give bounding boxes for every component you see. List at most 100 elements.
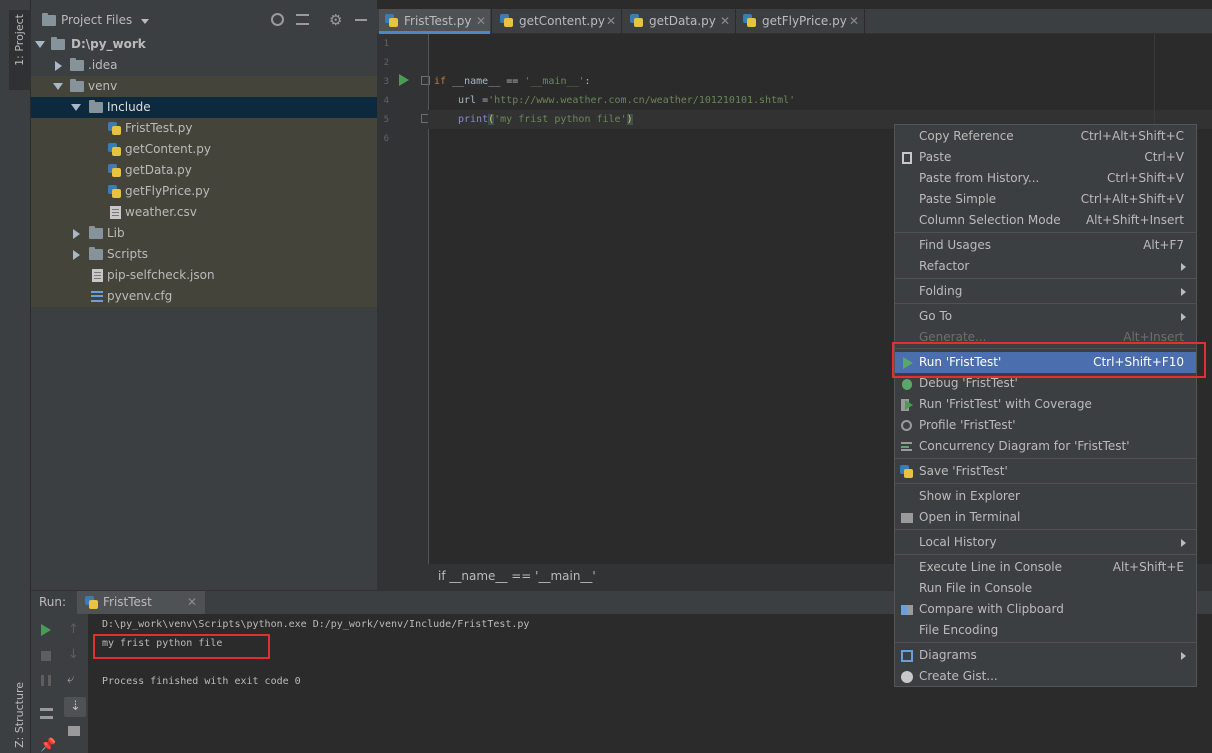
menu-item-file-encoding[interactable]: File Encoding (895, 620, 1196, 641)
console-line: Process finished with exit code 0 (102, 676, 301, 687)
python-file-icon (743, 14, 756, 27)
tree-item-venv[interactable]: venv (31, 76, 377, 97)
line-number: 3 (383, 77, 389, 87)
python-file-icon (385, 14, 398, 27)
expand-arrow-icon[interactable] (35, 41, 45, 48)
run-tab-label: FristTest (103, 595, 152, 609)
tree-item-pyvenv-cfg[interactable]: pyvenv.cfg (31, 286, 377, 307)
console-line: D:\py_work\venv\Scripts\python.exe D:/py… (102, 619, 530, 630)
soft-wrap-icon[interactable]: ⤶ (67, 672, 74, 687)
scroll-to-end-icon[interactable]: ⇣ (64, 697, 86, 717)
rerun-icon[interactable] (41, 624, 51, 636)
python-file-icon (630, 14, 643, 27)
menu-item-paste-simple[interactable]: Paste Simple Ctrl+Alt+Shift+V (895, 189, 1196, 210)
menu-item-run-with-coverage[interactable]: Run 'FristTest' with Coverage (895, 394, 1196, 415)
tree-item-lib[interactable]: Lib (31, 223, 377, 244)
print-icon[interactable] (68, 726, 80, 736)
menu-item-open-in-terminal[interactable]: Open in Terminal (895, 507, 1196, 528)
tab-fristtest[interactable]: FristTest.py ✕ (379, 9, 490, 34)
menu-item-paste-from-history[interactable]: Paste from History... Ctrl+Shift+V (895, 168, 1196, 189)
minimize-icon[interactable] (355, 19, 367, 21)
tree-item-idea[interactable]: .idea (31, 55, 377, 76)
concurrency-icon (900, 440, 914, 454)
editor-tabs: FristTest.py ✕ getContent.py ✕ getData.p… (377, 9, 1212, 34)
menu-item-diagrams[interactable]: Diagrams (895, 645, 1196, 666)
coverage-icon (900, 398, 914, 412)
menu-item-column-selection-mode[interactable]: Column Selection Mode Alt+Shift+Insert (895, 210, 1196, 231)
tree-item-label: getContent.py (125, 142, 211, 156)
expand-arrow-icon[interactable] (73, 229, 80, 239)
tab-label: getFlyPrice.py (762, 14, 847, 28)
debug-icon (900, 377, 914, 391)
tree-item-getdata[interactable]: getData.py (31, 160, 377, 181)
menu-item-run-file-in-console[interactable]: Run File in Console (895, 578, 1196, 599)
run-gutter-icon[interactable] (399, 74, 409, 86)
structure-tool-button[interactable]: Z: Structure (9, 672, 31, 750)
menu-separator (895, 232, 1196, 233)
pause-icon[interactable] (41, 675, 51, 686)
tree-item-getcontent[interactable]: getContent.py (31, 139, 377, 160)
menu-separator (895, 303, 1196, 304)
menu-item-local-history[interactable]: Local History (895, 532, 1196, 553)
breadcrumb[interactable]: if __name__ == '__main__' (438, 569, 596, 583)
arrow-up-icon[interactable]: ↑ (68, 622, 79, 637)
menu-separator (895, 483, 1196, 484)
tree-item-pip-selfcheck[interactable]: pip-selfcheck.json (31, 265, 377, 286)
expand-arrow-icon[interactable] (73, 250, 80, 260)
menu-item-paste[interactable]: Paste Ctrl+V (895, 147, 1196, 168)
tab-getdata[interactable]: getData.py ✕ (624, 9, 734, 34)
tree-item-getflyprice[interactable]: getFlyPrice.py (31, 181, 377, 202)
gear-icon[interactable]: ⚙ (329, 11, 342, 29)
tree-item-scripts[interactable]: Scripts (31, 244, 377, 265)
tree-item-weather-csv[interactable]: weather.csv (31, 202, 377, 223)
menu-item-create-gist[interactable]: Create Gist... (895, 666, 1196, 687)
expand-arrow-icon[interactable] (71, 104, 81, 111)
stop-icon[interactable] (41, 651, 51, 661)
close-icon[interactable]: ✕ (606, 9, 616, 33)
menu-item-compare-with-clipboard[interactable]: Compare with Clipboard (895, 599, 1196, 620)
project-tool-button[interactable]: 1: Project (9, 10, 31, 90)
python-file-icon (85, 596, 98, 609)
tree-item-root[interactable]: D:\py_work (31, 34, 377, 55)
tab-getflyprice[interactable]: getFlyPrice.py ✕ (737, 9, 863, 34)
menu-item-copy-reference[interactable]: Copy Reference Ctrl+Alt+Shift+C (895, 126, 1196, 147)
folder-icon (89, 100, 103, 113)
tree-item-label: Scripts (107, 247, 149, 261)
menu-item-go-to[interactable]: Go To (895, 306, 1196, 327)
config-file-icon (91, 291, 103, 302)
folder-icon (51, 37, 65, 50)
pycharm-window: 1: Project Z: Structure Project Files ⚙ … (0, 0, 1212, 753)
close-icon[interactable]: ✕ (720, 9, 730, 33)
menu-item-execute-line-in-console[interactable]: Execute Line in Console Alt+Shift+E (895, 557, 1196, 578)
run-tab-fristtest[interactable]: FristTest ✕ (77, 591, 205, 615)
close-icon[interactable]: ✕ (849, 9, 859, 33)
pin-icon[interactable]: 📌 (40, 738, 56, 753)
menu-item-find-usages[interactable]: Find Usages Alt+F7 (895, 235, 1196, 256)
menu-item-concurrency-diagram[interactable]: Concurrency Diagram for 'FristTest' (895, 436, 1196, 457)
expand-arrow-icon[interactable] (55, 61, 62, 71)
layout-icon[interactable] (40, 708, 53, 719)
menu-item-profile[interactable]: Profile 'FristTest' (895, 415, 1196, 436)
menu-item-save[interactable]: Save 'FristTest' (895, 461, 1196, 482)
arrow-down-icon[interactable]: ↓ (68, 647, 79, 662)
project-view-selector[interactable]: Project Files (61, 13, 132, 27)
folder-icon (42, 13, 56, 26)
close-icon[interactable]: ✕ (187, 595, 197, 609)
tab-getcontent[interactable]: getContent.py ✕ (494, 9, 620, 34)
menu-separator (895, 554, 1196, 555)
tree-item-label: venv (88, 79, 118, 93)
paren-close: ) (626, 114, 633, 125)
editor-context-menu: Copy Reference Ctrl+Alt+Shift+C Paste Ctrl… (894, 124, 1197, 687)
locate-icon[interactable] (271, 13, 284, 26)
chevron-down-icon[interactable] (141, 19, 149, 24)
menu-item-refactor[interactable]: Refactor (895, 256, 1196, 277)
menu-item-show-in-explorer[interactable]: Show in Explorer (895, 486, 1196, 507)
close-icon[interactable]: ✕ (476, 9, 486, 33)
menu-item-folding[interactable]: Folding (895, 281, 1196, 302)
line-number: 2 (383, 58, 389, 68)
collapse-all-icon[interactable] (296, 14, 309, 25)
expand-arrow-icon[interactable] (53, 83, 63, 90)
tree-item-include[interactable]: Include (31, 97, 377, 118)
submenu-arrow-icon (1181, 313, 1186, 321)
tree-item-fristtest[interactable]: FristTest.py (31, 118, 377, 139)
